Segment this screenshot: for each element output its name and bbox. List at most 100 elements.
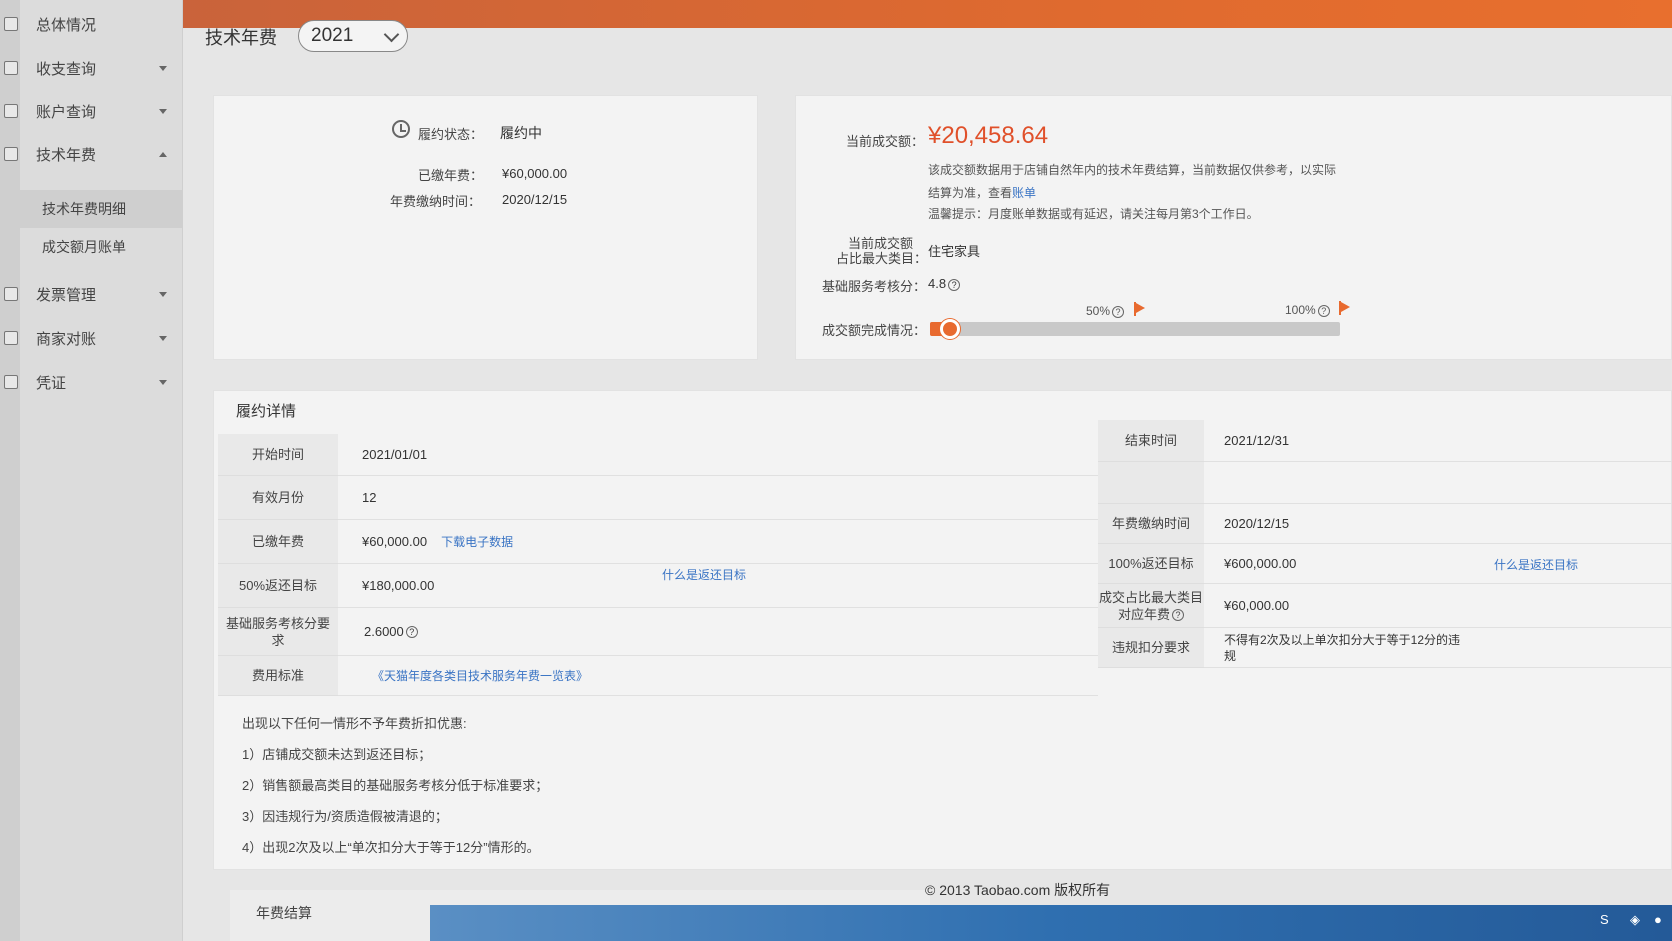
category-fee-label-line1: 成交占比最大类目 [1098, 589, 1203, 605]
summary-card [213, 95, 758, 360]
valid-months-label: 有效月份 [218, 476, 338, 520]
help-icon[interactable]: ? [1112, 305, 1125, 318]
fee-standard-link[interactable]: 《天猫年度各类目技术服务年费一览表》 [372, 667, 588, 684]
download-data-link[interactable]: 下载电子数据 [441, 533, 513, 550]
end-time-value: 2021/12/31 [1204, 420, 1672, 462]
chevron-down-icon [159, 379, 167, 385]
turnover-card [795, 95, 1672, 360]
sidebar-item-income-expense[interactable]: 收支查询 [0, 48, 183, 88]
category-fee-label: 成交占比最大类目 对应年费? [1098, 584, 1204, 628]
category-fee-label-text: 对应年费 [1117, 606, 1170, 622]
chevron-down-icon [159, 65, 167, 71]
help-icon[interactable]: ? [405, 625, 418, 638]
violation-value: 不得有2次及以上单次扣分大于等于12分的违 规 [1204, 628, 1672, 668]
delay-tip: 温馨提示：月度账单数据或有延迟，请关注每月第3个工作日。 [928, 207, 1259, 221]
details-title: 履约详情 [236, 403, 297, 420]
sidebar-item-label: 成交额月账单 [42, 239, 126, 255]
paid-time-label: 年费缴纳时间： [390, 194, 482, 209]
help-icon[interactable]: ? [948, 278, 961, 291]
status-label: 履约状态： [418, 127, 484, 142]
start-time-value: 2021/01/01 [338, 434, 1098, 476]
score-requirement-value: 2.6000 [364, 624, 404, 639]
history-icon [392, 120, 410, 138]
grid-icon [4, 147, 18, 161]
fee-standard-label: 费用标准 [218, 656, 338, 696]
score-requirement-row: 2.6000? [338, 608, 1098, 656]
category-fee-value: ¥60,000.00 [1204, 584, 1672, 628]
paid-fee-detail-value: ¥60,000.00 [362, 534, 428, 549]
invoice-icon [4, 287, 18, 301]
valid-months-value: 12 [338, 476, 1098, 520]
sidebar-subitem-tech-fee-detail[interactable]: 技术年费明细 [0, 190, 183, 228]
settlement-title: 年费结算 [256, 905, 312, 921]
service-score-number: 4.8 [928, 276, 947, 291]
chevron-up-icon [159, 151, 167, 157]
sidebar-item-account[interactable]: 账户查询 [0, 91, 183, 131]
page-title: 技术年费 [205, 28, 277, 48]
mark-50: 50%? [1086, 304, 1125, 318]
sidebar-item-label: 技术年费 [36, 146, 97, 164]
shield-icon[interactable]: ◈ [1630, 912, 1640, 928]
year-select[interactable]: 2021 [298, 20, 408, 52]
what-is-target-link-2[interactable]: 什么是返还目标 [1494, 556, 1578, 573]
status-value: 履约中 [500, 125, 542, 141]
chevron-down-icon [159, 108, 167, 114]
sidebar-item-label: 收支查询 [36, 60, 97, 78]
sidebar-item-label: 账户查询 [36, 103, 97, 121]
page-header: 技术年费 2021 [183, 18, 1672, 58]
flag-100-icon [1341, 302, 1350, 312]
ledger-icon [4, 61, 18, 75]
paid-time-value: 2020/12/15 [502, 192, 568, 207]
turnover-note: 该成交额数据用于店铺自然年内的技术年费结算，当前数据仅供参考，以实际 [928, 163, 1337, 177]
violation-value-line2: 规 [1224, 648, 1237, 663]
target-50-label: 50%返还目标 [218, 564, 338, 608]
rule-item: 4）出现2次及以上“单次扣分大于等于12分”情形的。 [242, 840, 540, 855]
start-time-label: 开始时间 [218, 434, 338, 476]
service-score-label: 基础服务考核分： [822, 279, 927, 294]
voucher-icon [4, 375, 18, 389]
score-requirement-label: 基础服务考核分要求 [218, 608, 338, 656]
sidebar-item-label: 技术年费明细 [42, 201, 126, 217]
paid-fee-value: ¥60,000.00 [502, 166, 568, 181]
overview-icon [4, 17, 18, 31]
violation-value-line1: 不得有2次及以上单次扣分大于等于12分的违 [1224, 632, 1461, 647]
view-bill-link[interactable]: 账单 [1012, 186, 1036, 200]
flag-50-icon [1136, 303, 1145, 313]
mark-50-label: 50% [1086, 304, 1111, 318]
sidebar-item-tech-fee[interactable]: 技术年费 [0, 134, 183, 174]
sidebar-item-reconcile[interactable]: 商家对账 [0, 318, 183, 358]
sidebar-item-label: 凭证 [36, 374, 67, 392]
progress-label: 成交额完成情况： [822, 323, 927, 338]
chevron-down-icon [383, 26, 400, 43]
ime-icon[interactable]: S [1600, 912, 1609, 927]
progress-track [930, 322, 1340, 336]
mark-100-label: 100% [1285, 303, 1316, 317]
turnover-note-2: 结算为准，查看账单 [928, 184, 1036, 201]
end-time-label: 结束时间 [1098, 420, 1204, 462]
discount-rules: 出现以下任何一情形不予年费折扣优惠: 1）店铺成交额未达到返还目标； 2）销售额… [242, 708, 548, 863]
top-category-label-line2: 占比最大类目： [836, 251, 928, 266]
blank-label [1098, 462, 1204, 504]
chevron-down-icon [159, 335, 167, 341]
target-100-label: 100%返还目标 [1098, 544, 1204, 584]
network-icon[interactable]: ● [1654, 912, 1662, 927]
sidebar-item-invoice[interactable]: 发票管理 [0, 274, 183, 314]
sidebar-item-overview[interactable]: 总体情况 [0, 4, 183, 44]
sidebar-item-label: 发票管理 [36, 286, 97, 304]
sidebar: 总体情况 收支查询 账户查询 技术年费 技术年费明细 成交额月账单 发票管理 商… [0, 0, 183, 941]
os-taskbar [430, 905, 1672, 941]
current-turnover-label: 当前成交额： [846, 134, 925, 149]
sidebar-subitem-monthly-bill[interactable]: 成交额月账单 [0, 228, 183, 266]
sidebar-item-label: 商家对账 [36, 330, 97, 348]
chevron-down-icon [159, 291, 167, 297]
violation-label: 违规扣分要求 [1098, 628, 1204, 668]
sidebar-item-voucher[interactable]: 凭证 [0, 362, 183, 402]
progress-knob [940, 319, 960, 339]
turnover-note-prefix: 结算为准，查看 [928, 186, 1013, 200]
paid-fee-detail-label: 已缴年费 [218, 520, 338, 564]
grid-icon [4, 104, 18, 118]
what-is-target-link[interactable]: 什么是返还目标 [662, 566, 746, 583]
help-icon[interactable]: ? [1317, 304, 1330, 317]
help-icon[interactable]: ? [1172, 609, 1184, 622]
blank-value [1204, 462, 1672, 504]
